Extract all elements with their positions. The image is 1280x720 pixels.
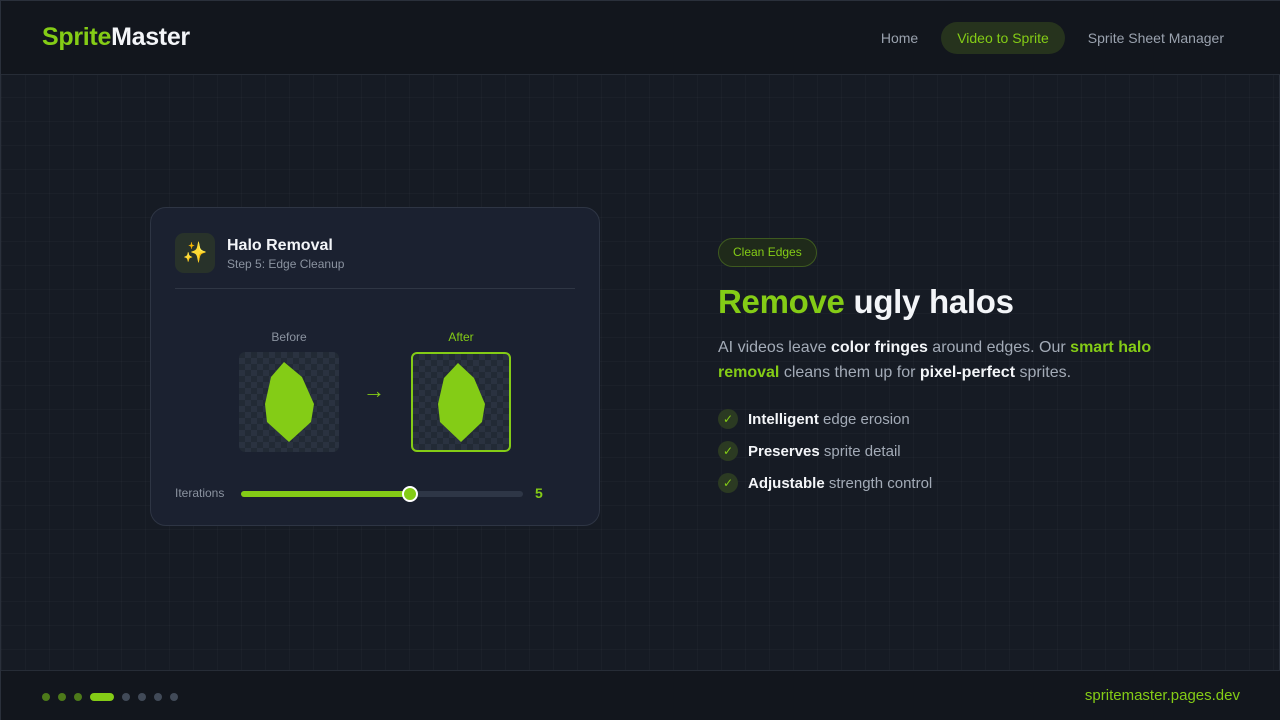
footer-bar: spritemaster.pages.dev	[1, 670, 1280, 720]
feature-rest: strength control	[824, 475, 933, 492]
progress-dot[interactable]	[154, 693, 162, 701]
desc-bold-1: color fringes	[830, 339, 928, 356]
progress-dot[interactable]	[74, 693, 82, 701]
arrow-right-icon: →	[363, 378, 385, 403]
feature-bold: Intelligent	[748, 411, 819, 428]
nav-links: Home Video to Sprite Sprite Sheet Manage…	[858, 22, 1240, 54]
slider-thumb[interactable]	[402, 486, 419, 502]
after-preview	[411, 352, 511, 452]
sprite-shape-before	[265, 362, 314, 442]
headline-accent: Remove	[718, 283, 845, 320]
progress-dot[interactable]	[58, 693, 66, 701]
feature-text: Intelligent edge erosion	[748, 411, 910, 428]
card-subtitle: Step 5: Edge Cleanup	[227, 257, 345, 271]
iterations-slider[interactable]	[241, 486, 523, 502]
nav-video-to-sprite[interactable]: Video to Sprite	[941, 22, 1065, 54]
desc-text-3: cleans them up for	[779, 364, 920, 381]
app-frame: SpriteMaster Home Video to Sprite Sprite…	[0, 0, 1280, 720]
after-label: After	[448, 330, 474, 344]
feature-badge: Clean Edges	[718, 238, 817, 267]
feature-rest: edge erosion	[818, 411, 910, 428]
card-title: Halo Removal	[227, 237, 333, 254]
progress-dot[interactable]	[42, 693, 50, 701]
iterations-label: Iterations	[175, 486, 225, 500]
feature-bold: Preserves	[748, 443, 820, 460]
logo[interactable]: SpriteMaster	[42, 23, 190, 52]
hero-description: AI videos leave color fringes around edg…	[718, 335, 1198, 385]
hero-headline: Remove ugly halos	[718, 283, 1014, 321]
nav-home[interactable]: Home	[865, 22, 934, 54]
nav-sprite-sheet-manager[interactable]: Sprite Sheet Manager	[1072, 22, 1240, 54]
site-url[interactable]: spritemaster.pages.dev	[1085, 687, 1240, 704]
progress-dot-current[interactable]	[90, 693, 114, 701]
feature-text: Adjustable strength control	[748, 475, 932, 492]
feature-bold: Adjustable	[748, 475, 825, 492]
check-icon: ✓	[718, 473, 738, 493]
progress-dot[interactable]	[138, 693, 146, 701]
slide-progress-dots	[42, 693, 186, 701]
before-preview	[239, 352, 339, 452]
check-icon: ✓	[718, 441, 738, 461]
sprite-shape-after	[438, 363, 485, 442]
feature-text: Preserves sprite detail	[748, 443, 901, 460]
desc-text-4: sprites.	[1015, 364, 1072, 381]
slider-fill	[241, 491, 411, 497]
logo-part-sprite: Sprite	[42, 23, 112, 51]
sparkles-icon: ✨	[175, 233, 215, 273]
headline-rest: ugly halos	[853, 283, 1014, 320]
desc-bold-2: pixel-perfect	[919, 364, 1016, 381]
progress-dot[interactable]	[122, 693, 130, 701]
feature-rest: sprite detail	[819, 443, 901, 460]
progress-dot[interactable]	[170, 693, 178, 701]
check-icon: ✓	[718, 409, 738, 429]
halo-removal-card: ✨ Halo Removal Step 5: Edge Cleanup Befo…	[150, 207, 600, 526]
divider	[175, 288, 575, 289]
top-nav-bar: SpriteMaster Home Video to Sprite Sprite…	[1, 1, 1280, 75]
iterations-value: 5	[535, 485, 543, 501]
before-label: Before	[271, 330, 307, 344]
desc-text-1: AI videos leave	[718, 339, 831, 356]
desc-text-2: around edges. Our	[927, 339, 1071, 356]
logo-part-master: Master	[111, 23, 190, 51]
